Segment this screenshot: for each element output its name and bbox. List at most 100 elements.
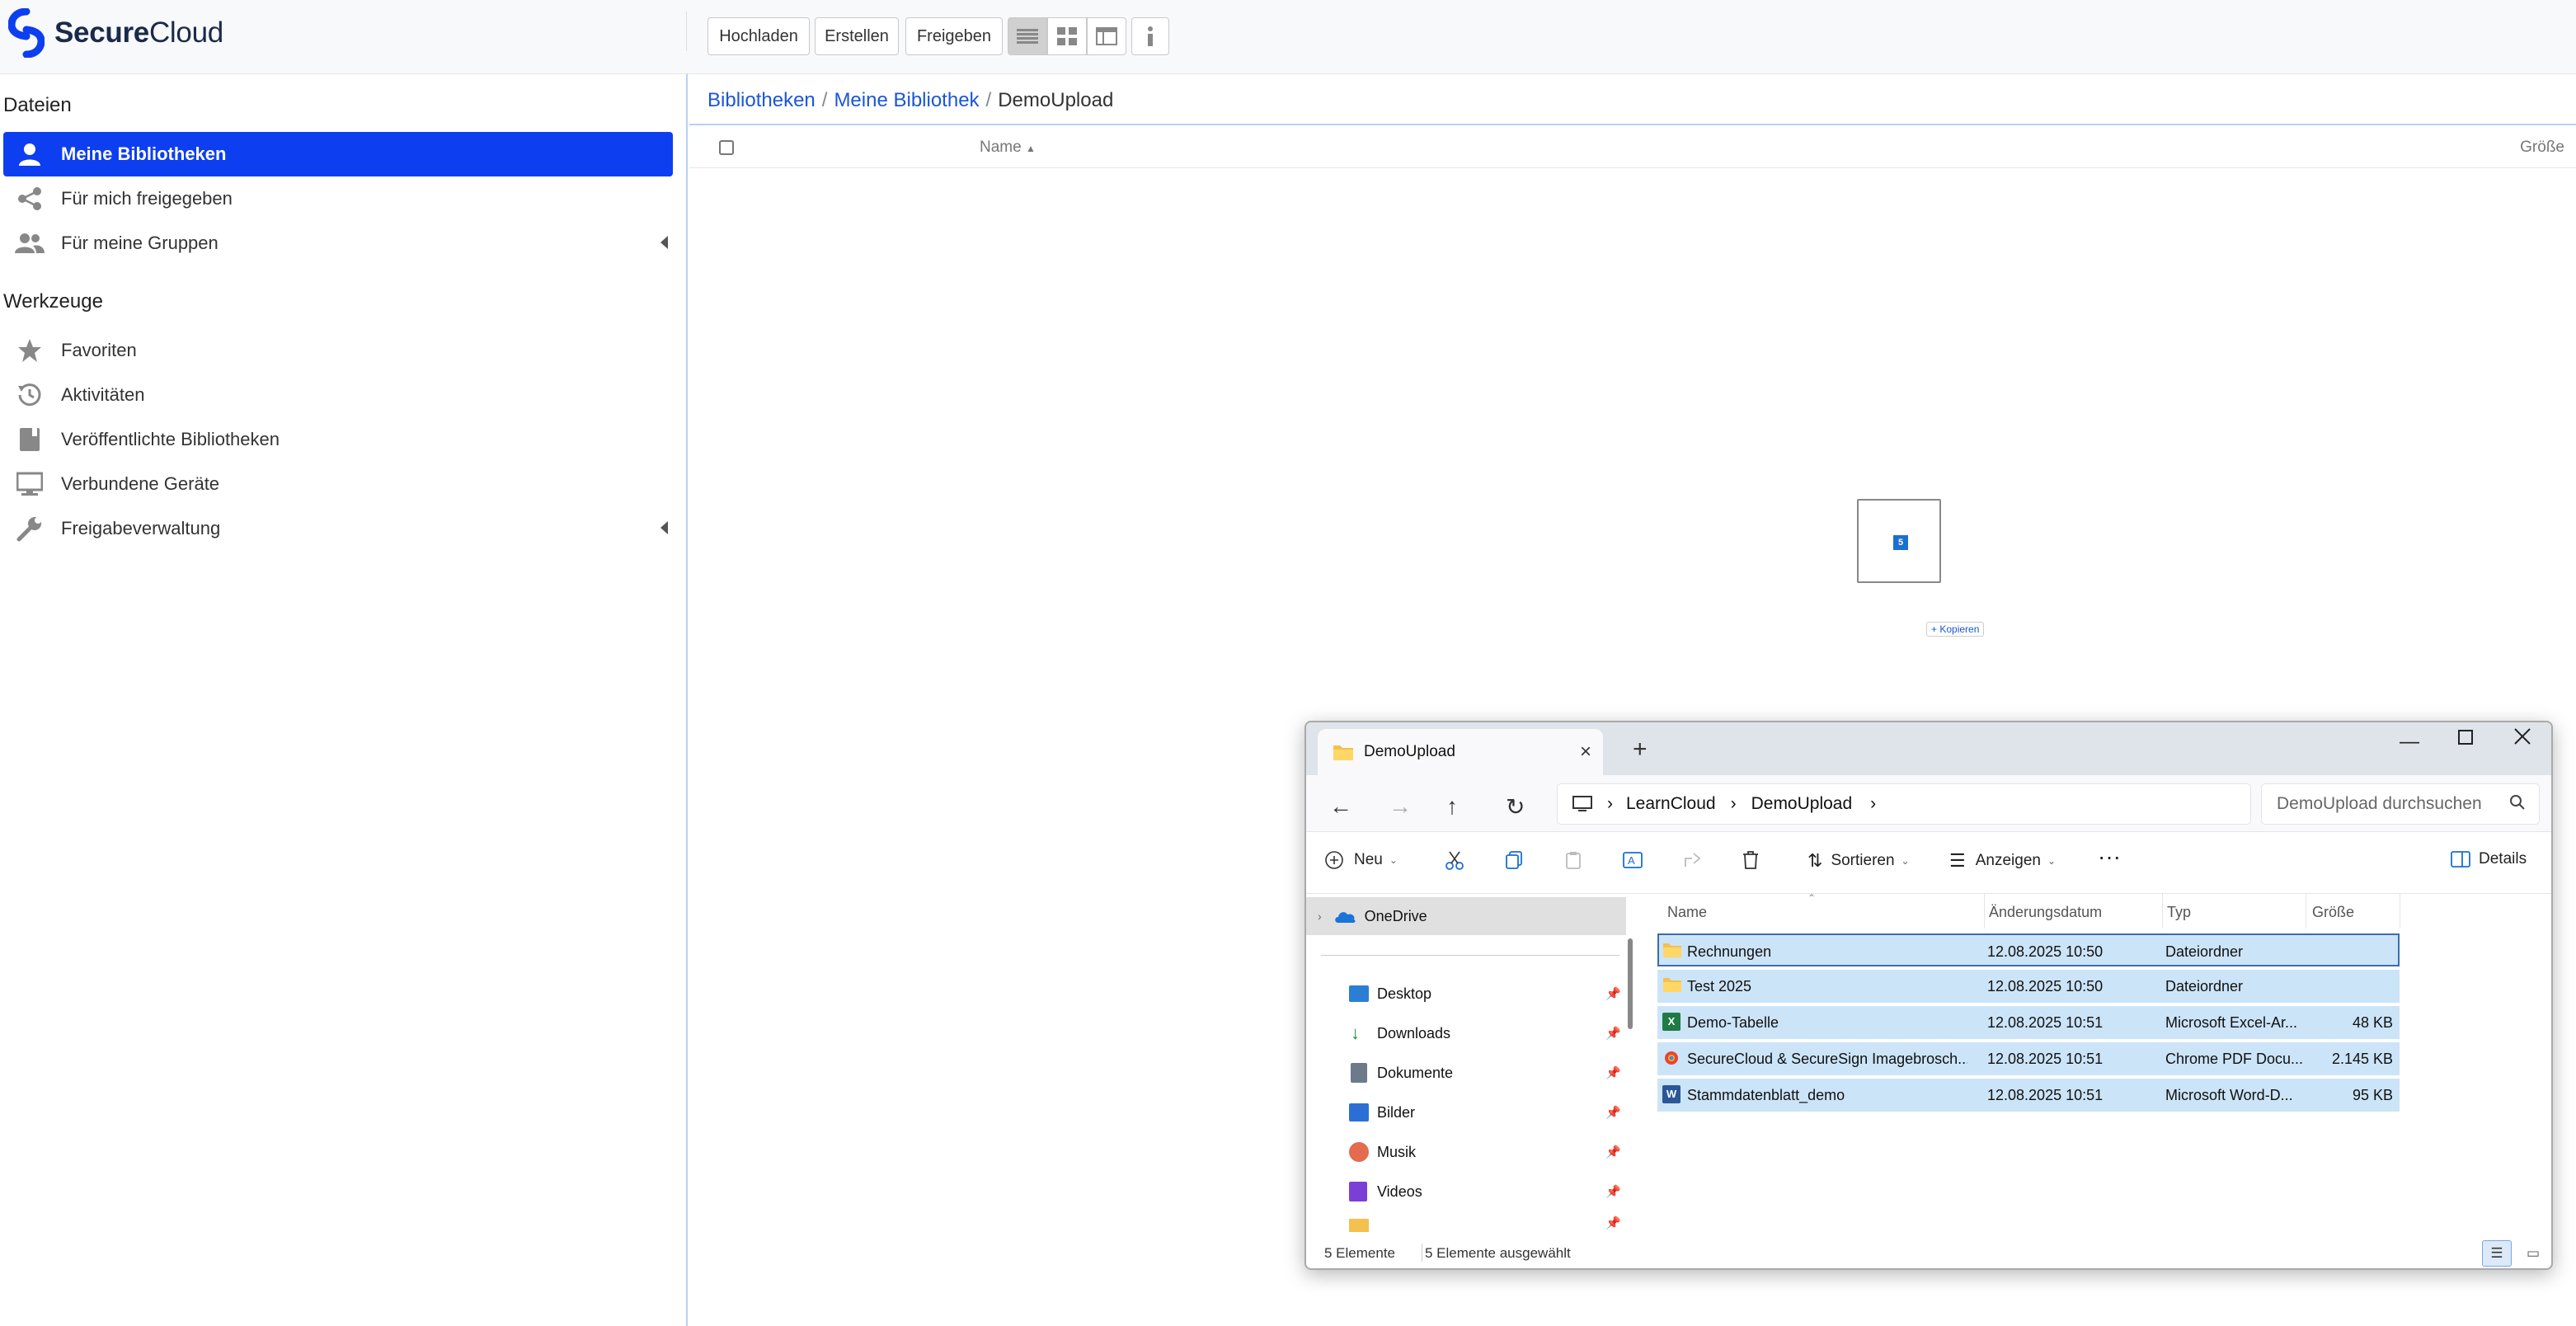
breadcrumb-my-library[interactable]: Meine Bibliothek — [834, 89, 979, 111]
explorer-toolbar: Neu ⌄ A ⇅ Sortieren ⌄ ☰ Anzeigen ⌄ ··· D… — [1306, 831, 2551, 894]
back-arrow-icon[interactable]: ← — [1329, 793, 1352, 820]
close-tab-icon[interactable]: × — [1580, 741, 1591, 764]
grid-view-button[interactable] — [1047, 17, 1087, 55]
pictures-icon — [1349, 1103, 1369, 1121]
pin-icon[interactable]: 📌 — [1605, 1145, 1621, 1159]
search-input[interactable]: DemoUpload durchsuchen — [2261, 783, 2540, 825]
column-header-date[interactable]: Änderungsdatum — [1989, 904, 2102, 921]
file-type: Microsoft Word-D... — [2165, 1087, 2293, 1103]
nav-pane-scrollbar[interactable] — [1628, 938, 1633, 1029]
create-button[interactable]: Erstellen — [815, 17, 899, 55]
file-name: SecureCloud & SecureSign Imagebrosch... — [1687, 1051, 1967, 1067]
sidebar-item-shared-with-me[interactable]: Für mich freigegeben — [3, 176, 673, 221]
file-name: Rechnungen — [1687, 943, 1772, 960]
refresh-icon[interactable]: ↻ — [1506, 793, 1525, 821]
breadcrumb-current: DemoUpload — [998, 89, 1114, 111]
forward-arrow-icon[interactable]: → — [1389, 793, 1412, 820]
column-view-button[interactable] — [1087, 17, 1126, 55]
file-date: 12.08.2025 10:50 — [1987, 978, 2104, 994]
share-icon[interactable] — [1682, 850, 1702, 870]
pin-icon[interactable]: 📌 — [1605, 1216, 1621, 1230]
nav-item-documents[interactable]: Dokumente 📌 — [1306, 1054, 1626, 1092]
file-date: 12.08.2025 10:51 — [1987, 1014, 2104, 1031]
securecloud-logo-icon — [8, 8, 45, 58]
column-header-size[interactable]: Größe — [2520, 139, 2564, 157]
details-view-toggle-icon[interactable]: ☰ — [2482, 1240, 2512, 1267]
select-all-checkbox[interactable] — [719, 140, 734, 155]
close-window-icon[interactable] — [2513, 727, 2531, 745]
breadcrumb-libraries[interactable]: Bibliotheken — [707, 89, 816, 111]
file-size: 2.145 KB — [2331, 1051, 2393, 1067]
app-logo[interactable]: SecureCloud — [8, 8, 223, 58]
new-tab-icon[interactable]: + — [1633, 736, 1648, 764]
status-bar: 5 Elemente 5 Elemente ausgewählt ☰ ▭ — [1306, 1232, 2551, 1268]
sidebar-item-share-management[interactable]: Freigabeverwaltung — [3, 506, 673, 551]
file-row-stammdatenblatt[interactable]: W Stammdatenblatt_demo 12.08.2025 10:51 … — [1657, 1079, 2400, 1112]
pin-icon[interactable]: 📌 — [1605, 986, 1621, 1001]
copy-icon[interactable] — [1504, 850, 1524, 870]
address-bar[interactable]: › LearnCloud › DemoUpload › — [1557, 783, 2251, 825]
sidebar-item-activities[interactable]: Aktivitäten — [3, 373, 673, 417]
address-segment-learncloud[interactable]: LearnCloud — [1626, 794, 1716, 814]
file-row-demo-tabelle[interactable]: X Demo-Tabelle 12.08.2025 10:51 Microsof… — [1657, 1006, 2400, 1039]
chevron-down-icon: ⌄ — [1901, 855, 1910, 867]
file-type: Chrome PDF Docu... — [2165, 1051, 2304, 1067]
paste-icon[interactable] — [1563, 850, 1583, 870]
search-icon — [2509, 794, 2526, 811]
chevron-right-icon[interactable]: › — [1870, 794, 1876, 814]
file-row-test-2025[interactable]: Test 2025 12.08.2025 10:50 Dateiordner — [1657, 970, 2400, 1003]
view-button[interactable]: ☰ Anzeigen ⌄ — [1949, 850, 2056, 872]
nav-item-videos[interactable]: Videos 📌 — [1306, 1173, 1626, 1211]
expand-caret-icon[interactable] — [660, 236, 668, 249]
nav-item-music[interactable]: Musik 📌 — [1306, 1133, 1626, 1171]
rename-icon[interactable]: A — [1623, 850, 1644, 870]
sidebar: Dateien Meine Bibliotheken Für mich frei… — [0, 74, 688, 1326]
delete-icon[interactable] — [1742, 850, 1760, 870]
column-header-name[interactable]: Name ▲ — [980, 139, 1036, 157]
upload-button[interactable]: Hochladen — [707, 17, 810, 55]
sort-button[interactable]: ⇅ Sortieren ⌄ — [1807, 850, 1910, 872]
app-brand-name: SecureCloud — [54, 16, 223, 49]
address-segment-demoupload[interactable]: DemoUpload — [1751, 794, 1853, 814]
pin-icon[interactable]: 📌 — [1605, 1184, 1621, 1199]
pin-icon[interactable]: 📌 — [1605, 1105, 1621, 1120]
file-row-imagebroschuere[interactable]: SecureCloud & SecureSign Imagebrosch... … — [1657, 1042, 2400, 1075]
files-section-heading: Dateien — [3, 94, 72, 116]
pin-icon[interactable]: 📌 — [1605, 1065, 1621, 1080]
explorer-tab[interactable]: DemoUpload × — [1318, 729, 1603, 775]
column-header-type[interactable]: Typ — [2167, 904, 2191, 921]
column-header-size[interactable]: Größe — [2312, 904, 2354, 921]
more-options-icon[interactable]: ··· — [2098, 844, 2121, 870]
cut-icon[interactable] — [1445, 850, 1464, 870]
up-arrow-icon[interactable]: ↑ — [1446, 793, 1458, 820]
column-header-name[interactable]: Name — [1667, 904, 1707, 921]
nav-item-folder-partial[interactable]: 📌 — [1306, 1212, 1626, 1232]
sidebar-item-published-libraries[interactable]: Veröffentlichte Bibliotheken — [3, 417, 673, 462]
sidebar-item-my-groups[interactable]: Für meine Gruppen — [3, 221, 673, 266]
word-file-icon: W — [1662, 1085, 1681, 1103]
nav-item-downloads[interactable]: ↓ Downloads 📌 — [1306, 1014, 1626, 1052]
file-row-rechnungen[interactable]: Rechnungen 12.08.2025 10:50 Dateiordner — [1657, 933, 2400, 966]
explorer-titlebar[interactable]: DemoUpload × + — — [1306, 722, 2551, 775]
chevron-right-icon[interactable]: › — [1318, 910, 1322, 923]
minimize-icon[interactable]: — — [2400, 731, 2419, 754]
tools-section-heading: Werkzeuge — [3, 290, 103, 313]
maximize-icon[interactable] — [2457, 729, 2474, 745]
sidebar-item-favorites[interactable]: Favoriten — [3, 328, 673, 373]
explorer-tab-title: DemoUpload — [1364, 743, 1455, 760]
new-button[interactable]: Neu ⌄ — [1324, 850, 1398, 870]
expand-caret-icon[interactable] — [660, 521, 668, 534]
sidebar-item-connected-devices[interactable]: Verbundene Geräte — [3, 462, 673, 506]
nav-item-desktop[interactable]: Desktop 📌 — [1306, 975, 1626, 1013]
sidebar-item-my-libraries[interactable]: Meine Bibliotheken — [3, 132, 673, 176]
onedrive-cloud-icon — [1334, 912, 1356, 923]
list-view-button[interactable] — [1008, 17, 1047, 55]
details-button[interactable]: Details — [2451, 850, 2527, 868]
pin-icon[interactable]: 📌 — [1605, 1026, 1621, 1041]
preview-view-toggle-icon[interactable]: ▭ — [2518, 1240, 2548, 1267]
share-button[interactable]: Freigeben — [905, 17, 1003, 55]
info-button[interactable] — [1131, 17, 1169, 55]
nav-item-onedrive[interactable]: › OneDrive — [1306, 897, 1626, 935]
star-icon — [13, 334, 46, 367]
nav-item-pictures[interactable]: Bilder 📌 — [1306, 1093, 1626, 1131]
